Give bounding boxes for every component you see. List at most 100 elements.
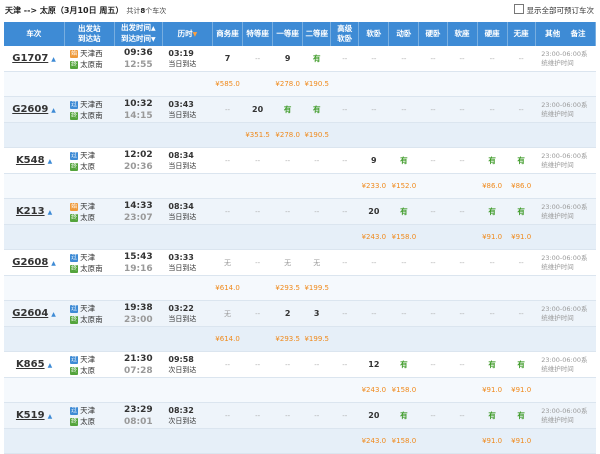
seat-availability[interactable]: 有 (507, 402, 536, 429)
train-number-cell[interactable]: G2609 ▲ (4, 96, 65, 123)
seat-availability[interactable]: -- (272, 402, 303, 429)
seat-availability[interactable]: 无 (302, 249, 331, 276)
seat-availability[interactable]: -- (272, 198, 303, 225)
seat-availability[interactable]: -- (418, 402, 447, 429)
seat-availability[interactable]: 3 (302, 300, 331, 327)
train-number-cell[interactable]: K865 ▲ (4, 351, 65, 378)
expand-stops-icon[interactable]: ▲ (48, 362, 53, 369)
seat-availability[interactable]: -- (302, 198, 331, 225)
expand-stops-icon[interactable]: ▲ (48, 158, 53, 165)
seat-availability[interactable]: -- (447, 46, 478, 72)
seat-availability[interactable]: -- (302, 351, 331, 378)
seat-availability[interactable]: -- (330, 96, 359, 123)
seat-availability[interactable]: 9 (358, 147, 389, 174)
seat-availability[interactable]: 无 (272, 249, 303, 276)
seat-availability[interactable]: -- (242, 198, 273, 225)
seat-availability[interactable]: -- (447, 198, 478, 225)
train-number-link[interactable]: G2608 (12, 257, 48, 268)
seat-availability[interactable]: 有 (388, 147, 419, 174)
seat-availability[interactable]: 20 (242, 96, 273, 123)
seat-availability[interactable]: 有 (477, 402, 508, 429)
seat-availability[interactable]: 有 (477, 147, 508, 174)
seat-availability[interactable]: -- (418, 46, 447, 72)
seat-availability[interactable]: -- (477, 249, 508, 276)
seat-availability[interactable]: -- (330, 351, 359, 378)
seat-availability[interactable]: 有 (388, 198, 419, 225)
seat-availability[interactable]: -- (447, 351, 478, 378)
seat-availability[interactable]: 9 (272, 46, 303, 72)
seat-availability[interactable]: -- (447, 300, 478, 327)
seat-availability[interactable]: -- (388, 249, 419, 276)
seat-availability[interactable]: -- (242, 46, 273, 72)
seat-availability[interactable]: 有 (477, 351, 508, 378)
seat-availability[interactable]: 有 (302, 96, 331, 123)
seat-availability[interactable]: -- (507, 249, 536, 276)
seat-availability[interactable]: 2 (272, 300, 303, 327)
seat-availability[interactable]: -- (212, 96, 243, 123)
seat-availability[interactable]: -- (418, 147, 447, 174)
show-all-toggle[interactable]: 显示全部可预订车次 (513, 4, 594, 16)
seat-availability[interactable]: -- (358, 46, 389, 72)
seat-availability[interactable]: -- (330, 198, 359, 225)
expand-stops-icon[interactable]: ▲ (48, 209, 53, 216)
seat-availability[interactable]: 12 (358, 351, 389, 378)
seat-availability[interactable]: -- (388, 96, 419, 123)
seat-availability[interactable]: 有 (388, 351, 419, 378)
train-number-link[interactable]: K865 (16, 359, 45, 370)
seat-availability[interactable]: -- (358, 249, 389, 276)
seat-availability[interactable]: -- (507, 300, 536, 327)
seat-availability[interactable]: -- (418, 249, 447, 276)
seat-availability[interactable]: -- (212, 351, 243, 378)
seat-availability[interactable]: -- (418, 351, 447, 378)
seat-availability[interactable]: 20 (358, 198, 389, 225)
train-number-cell[interactable]: K548 ▲ (4, 147, 65, 174)
seat-availability[interactable]: 有 (507, 198, 536, 225)
seat-availability[interactable]: -- (242, 249, 273, 276)
train-number-link[interactable]: K213 (16, 206, 45, 217)
seat-availability[interactable]: -- (507, 46, 536, 72)
seat-availability[interactable]: -- (272, 351, 303, 378)
seat-availability[interactable]: 有 (388, 402, 419, 429)
expand-stops-icon[interactable]: ▲ (51, 107, 56, 114)
train-number-link[interactable]: K519 (16, 410, 45, 421)
seat-availability[interactable]: -- (302, 402, 331, 429)
seat-availability[interactable]: -- (302, 147, 331, 174)
seat-availability[interactable]: 无 (212, 249, 243, 276)
train-number-link[interactable]: G1707 (12, 53, 48, 64)
seat-availability[interactable]: -- (330, 300, 359, 327)
expand-stops-icon[interactable]: ▲ (51, 260, 56, 267)
seat-availability[interactable]: -- (507, 96, 536, 123)
expand-stops-icon[interactable]: ▲ (51, 311, 56, 318)
seat-availability[interactable]: -- (358, 96, 389, 123)
seat-availability[interactable]: 有 (302, 46, 331, 72)
train-number-cell[interactable]: K519 ▲ (4, 402, 65, 429)
seat-availability[interactable]: -- (212, 402, 243, 429)
seat-availability[interactable]: -- (418, 96, 447, 123)
expand-stops-icon[interactable]: ▲ (48, 413, 53, 420)
col-times[interactable]: 出发时间▲ 到达时间▼ (114, 22, 163, 46)
seat-availability[interactable]: 20 (358, 402, 389, 429)
seat-availability[interactable]: -- (477, 46, 508, 72)
seat-availability[interactable]: 有 (507, 147, 536, 174)
seat-availability[interactable]: -- (212, 198, 243, 225)
train-number-cell[interactable]: G2608 ▲ (4, 249, 65, 276)
seat-availability[interactable]: -- (330, 402, 359, 429)
seat-availability[interactable]: -- (388, 300, 419, 327)
seat-availability[interactable]: -- (447, 96, 478, 123)
seat-availability[interactable]: 7 (212, 46, 243, 72)
seat-availability[interactable]: -- (330, 249, 359, 276)
train-number-link[interactable]: K548 (16, 155, 45, 166)
seat-availability[interactable]: -- (447, 249, 478, 276)
train-number-link[interactable]: G2609 (12, 104, 48, 115)
seat-availability[interactable]: -- (242, 147, 273, 174)
seat-availability[interactable]: -- (418, 198, 447, 225)
seat-availability[interactable]: -- (272, 147, 303, 174)
expand-stops-icon[interactable]: ▲ (51, 56, 56, 63)
seat-availability[interactable]: 有 (477, 198, 508, 225)
seat-availability[interactable]: -- (242, 402, 273, 429)
seat-availability[interactable]: -- (242, 300, 273, 327)
show-all-checkbox[interactable] (513, 4, 524, 14)
seat-availability[interactable]: -- (447, 402, 478, 429)
train-number-link[interactable]: G2604 (12, 308, 48, 319)
seat-availability[interactable]: 无 (212, 300, 243, 327)
